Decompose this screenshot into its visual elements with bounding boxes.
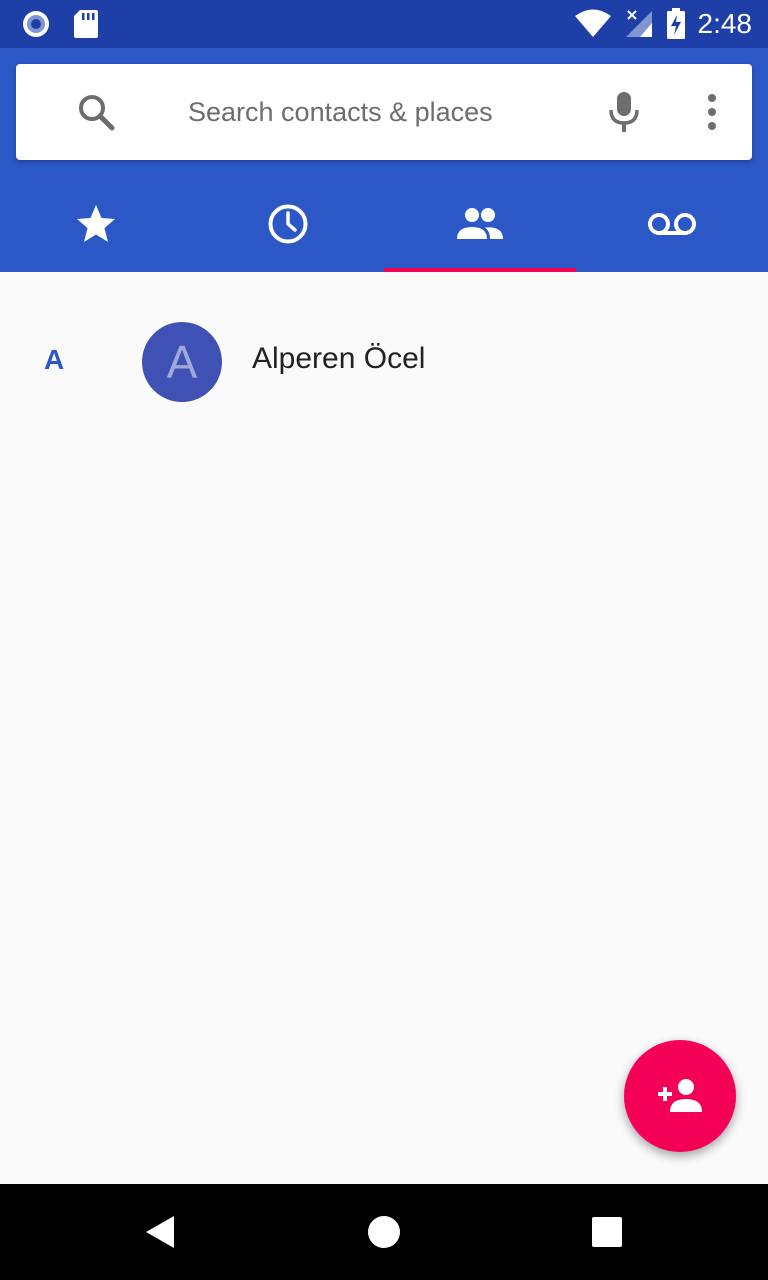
add-person-icon	[658, 1079, 702, 1112]
back-icon[interactable]	[144, 1214, 176, 1250]
tab-voicemail[interactable]	[576, 176, 768, 272]
more-options-icon[interactable]	[700, 92, 724, 132]
signal-no-sim-icon	[625, 10, 652, 37]
battery-charging-icon	[666, 8, 685, 39]
recents-icon[interactable]	[592, 1217, 622, 1247]
contact-list-item[interactable]: A Alperen Öcel	[0, 312, 768, 408]
people-icon	[457, 208, 503, 239]
sd-card-icon	[74, 10, 98, 38]
tab-recents[interactable]	[192, 176, 384, 272]
add-contact-button[interactable]	[624, 1040, 736, 1152]
voicemail-icon	[648, 213, 696, 235]
search-bar[interactable]	[16, 64, 752, 160]
contact-name: Alperen Öcel	[252, 342, 426, 375]
search-icon[interactable]	[76, 92, 116, 132]
tab-contacts[interactable]	[384, 176, 576, 272]
status-bar: 2:48	[0, 0, 768, 48]
star-icon	[77, 205, 115, 242]
cast-record-icon	[23, 11, 49, 37]
status-time: 2:48	[697, 8, 753, 39]
tab-bar	[0, 176, 768, 272]
app-header	[0, 48, 768, 272]
avatar: A	[142, 322, 222, 402]
tab-speed-dial[interactable]	[0, 176, 192, 272]
navigation-bar	[0, 1184, 768, 1280]
home-icon[interactable]	[368, 1216, 400, 1248]
clock-icon	[268, 204, 308, 244]
wifi-icon	[574, 9, 611, 37]
search-input[interactable]	[188, 94, 568, 130]
microphone-icon[interactable]	[606, 90, 642, 134]
